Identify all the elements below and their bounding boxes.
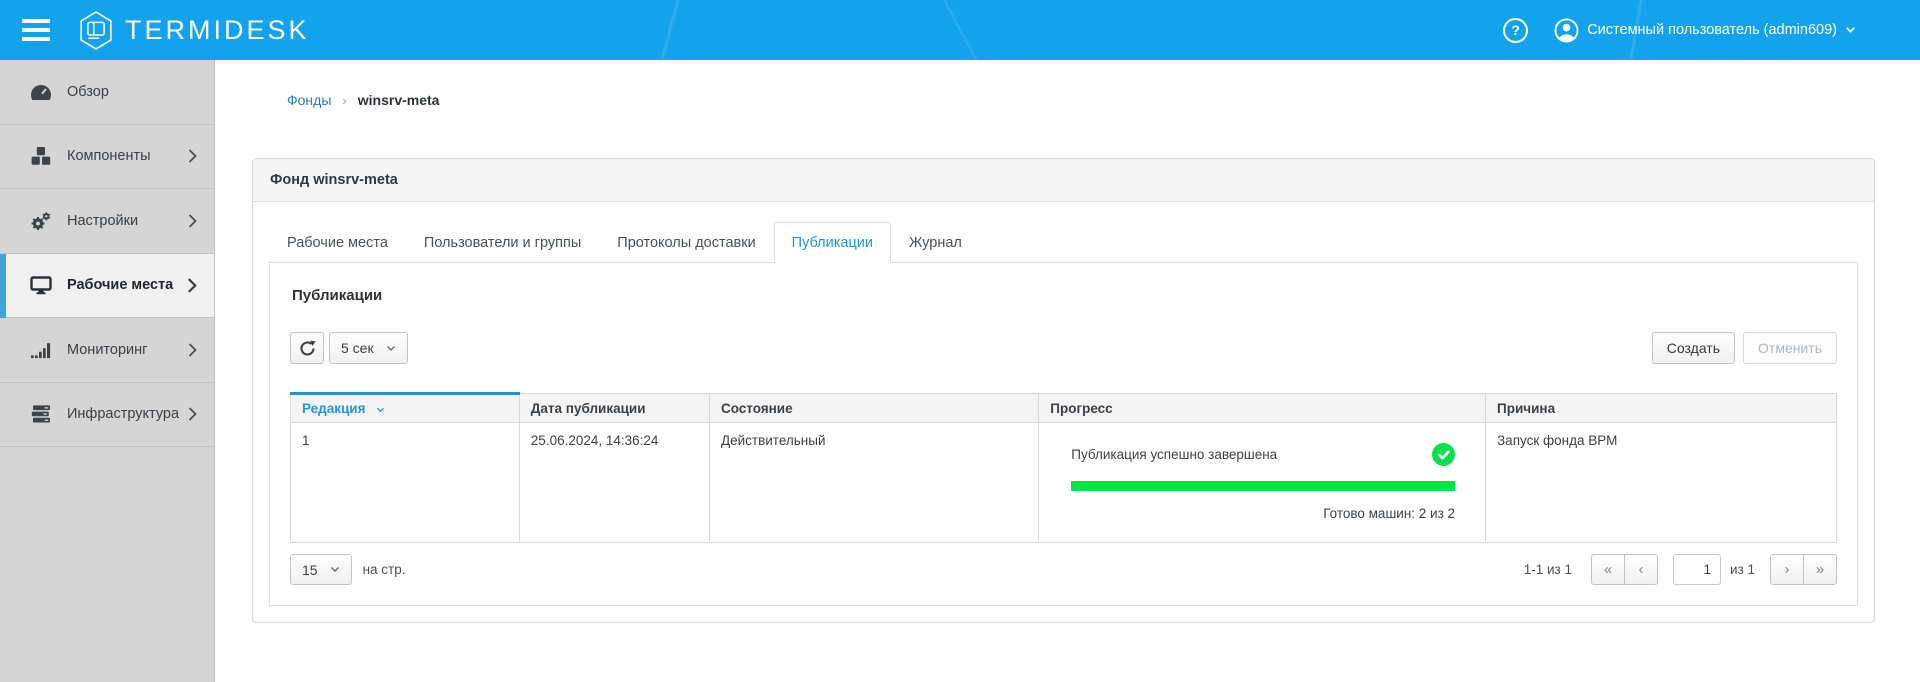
sidebar-item-label: Компоненты [67,148,187,164]
app-header: TERMIDESK ? Системный пользователь (admi… [0,0,1920,60]
page-size-value: 15 [302,562,318,578]
column-header-state[interactable]: Состояние [709,394,1038,423]
page-of-label: из 1 [1730,562,1755,577]
panel-title: Публикации [292,287,1837,304]
chevron-right-icon [187,406,198,422]
pagination: 1-1 из 1 « ‹ из 1 › » [1524,554,1837,585]
column-header-revision[interactable]: Редакция [291,394,520,423]
breadcrumb-current: winsrv-meta [358,92,440,108]
pool-card: Фонд winsrv-meta Рабочие места Пользоват… [252,158,1875,623]
tab-bar: Рабочие места Пользователи и группы Прот… [269,222,1858,263]
refresh-interval-value: 5 сек [341,340,374,356]
page-number-input[interactable] [1673,554,1721,585]
brand-home-link[interactable]: TERMIDESK [78,10,310,51]
column-header-progress[interactable]: Прогресс [1039,394,1486,423]
sort-desc-icon [376,407,385,413]
chevron-right-icon [187,213,198,229]
termidesk-logo-icon [78,10,114,51]
sidebar-item-overview[interactable]: Обзор [0,60,214,125]
refresh-button[interactable] [290,332,324,364]
progress-bar [1071,481,1455,491]
breadcrumb-link-pools[interactable]: Фонды [287,92,331,108]
first-page-button[interactable]: « [1591,554,1625,585]
table-footer: 15 на стр. 1-1 из 1 « ‹ из 1 [290,554,1837,585]
publications-panel: Публикации 5 сек [269,262,1858,606]
breadcrumb: Фонды › winsrv-meta [287,92,1875,108]
cell-progress: Публикация успешно завершена Готово маши… [1039,423,1486,543]
cubes-icon [29,146,53,166]
sidebar-item-label: Обзор [67,84,198,100]
cell-state: Действительный [709,423,1038,543]
cell-publish-date: 25.06.2024, 14:36:24 [519,423,709,543]
chevron-right-icon [187,342,198,358]
cancel-button[interactable]: Отменить [1743,332,1837,364]
column-header-reason[interactable]: Причина [1486,394,1837,423]
sidebar: Обзор Компоненты [0,60,215,682]
chevron-right-icon [187,148,198,164]
cell-revision: 1 [291,423,520,543]
main-content: Фонды › winsrv-meta Фонд winsrv-meta Раб… [215,60,1920,682]
cell-reason: Запуск фонда ВРМ [1486,423,1837,543]
table-row[interactable]: 1 25.06.2024, 14:36:24 Действительный Пу… [291,423,1837,543]
breadcrumb-separator-icon: › [342,93,346,108]
menu-toggle-button[interactable] [22,19,50,41]
sidebar-item-label: Настройки [67,213,187,229]
success-check-icon [1432,443,1455,466]
server-icon [29,404,53,424]
range-label: 1-1 из 1 [1524,562,1572,577]
tab-workplaces[interactable]: Рабочие места [269,222,406,263]
sidebar-item-settings[interactable]: Настройки [0,189,214,254]
create-button[interactable]: Создать [1652,332,1735,364]
monitor-icon [29,276,53,295]
sidebar-item-workplaces[interactable]: Рабочие места [0,254,214,319]
pool-card-body: Рабочие места Пользователи и группы Прот… [253,202,1874,622]
progress-detail: Готово машин: 2 из 2 [1071,506,1455,521]
toolbar: 5 сек Создать Отменить [290,332,1837,364]
column-header-publish-date[interactable]: Дата публикации [519,394,709,423]
help-button[interactable]: ? [1503,18,1528,43]
sidebar-item-components[interactable]: Компоненты [0,125,214,190]
tab-journal[interactable]: Журнал [891,222,980,263]
per-page-label: на стр. [363,562,406,577]
hamburger-icon [22,19,50,23]
sidebar-item-label: Рабочие места [67,277,186,293]
double-chevron-right-icon: » [1816,561,1824,578]
sidebar-item-label: Мониторинг [67,342,187,358]
chevron-down-icon [1845,26,1856,34]
user-menu[interactable]: Системный пользователь (admin609) [1554,18,1856,43]
sidebar-item-infrastructure[interactable]: Инфраструктура [0,383,214,448]
last-page-button[interactable]: » [1803,554,1837,585]
next-page-button[interactable]: › [1770,554,1804,585]
brand-wordmark: TERMIDESK [125,15,310,46]
chevron-right-icon: › [1785,561,1790,578]
pool-card-title: Фонд winsrv-meta [253,159,1874,202]
refresh-interval-select[interactable]: 5 сек [329,332,408,364]
page-size-select[interactable]: 15 [290,554,352,585]
chevron-right-icon [186,277,198,294]
sidebar-item-monitoring[interactable]: Мониторинг [0,318,214,383]
tab-publications[interactable]: Публикации [774,222,891,263]
prev-page-button[interactable]: ‹ [1624,554,1658,585]
gears-icon [29,211,53,231]
sidebar-item-label: Инфраструктура [67,406,187,422]
double-chevron-left-icon: « [1604,561,1612,578]
progress-status-text: Публикация успешно завершена [1071,447,1277,462]
publications-table: Редакция Дата публикации Состояние Прогр… [290,392,1837,543]
user-icon [1554,18,1579,43]
chevron-down-icon [386,345,396,352]
gauge-icon [29,84,53,100]
tab-delivery-protocols[interactable]: Протоколы доставки [599,222,773,263]
question-circle-icon: ? [1511,22,1520,38]
bar-chart-icon [29,341,53,359]
chevron-left-icon: ‹ [1639,561,1644,578]
chevron-down-icon [330,566,340,573]
tab-users-groups[interactable]: Пользователи и группы [406,222,599,263]
user-name-label: Системный пользователь (admin609) [1587,22,1837,38]
table-header-row: Редакция Дата публикации Состояние Прогр… [291,394,1837,423]
refresh-icon [299,340,316,357]
